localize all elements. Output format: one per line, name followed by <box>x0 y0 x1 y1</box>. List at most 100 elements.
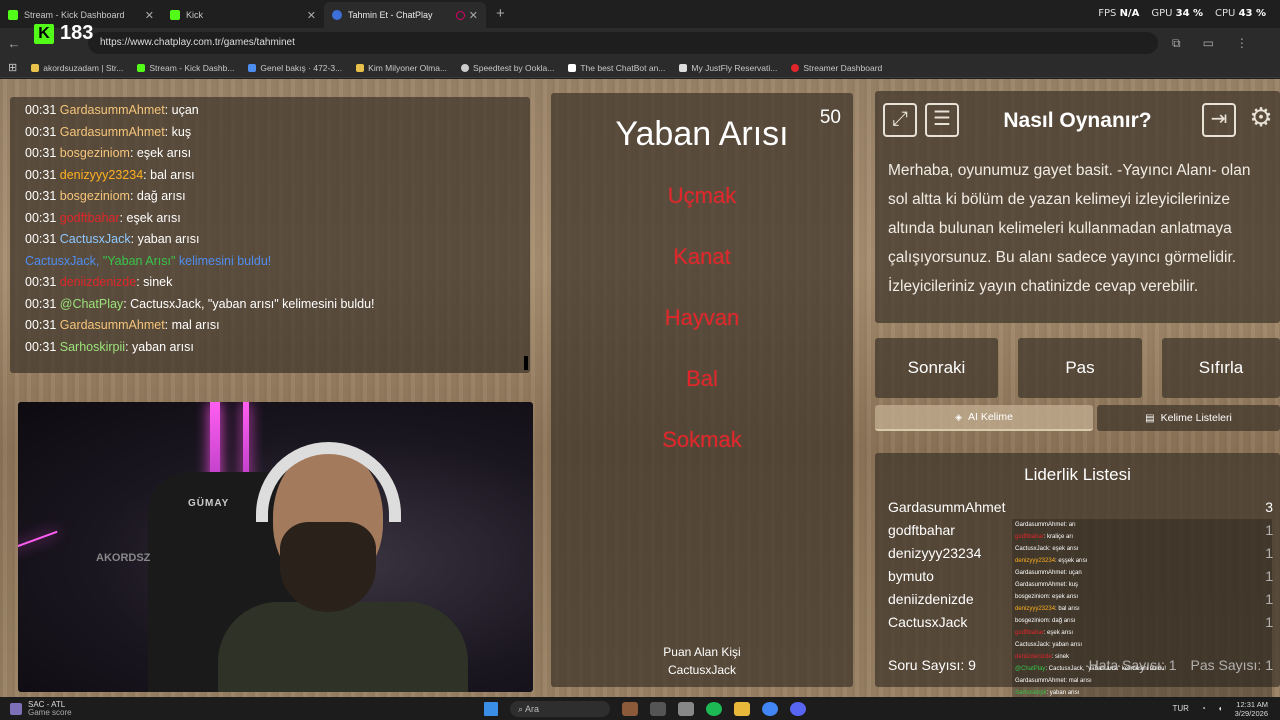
overlay-chat-message: denizyyy23234: eşşek arısı <box>1015 555 1272 567</box>
system-tray: TUR ◔ ◖ 12:31 AM 3/29/2026 <box>1172 700 1268 718</box>
wifi-icon[interactable]: ◔ <box>1201 704 1206 713</box>
apps-icon[interactable]: ⊞ <box>8 61 17 74</box>
menu-icon[interactable]: ⋮ <box>1236 36 1248 51</box>
chair-brand: GÜMAY <box>188 498 230 509</box>
overlay-username: CactusxJack <box>1015 546 1050 552</box>
chat-username[interactable]: bosgeziniom <box>60 146 130 160</box>
close-tab-icon[interactable]: ✕ <box>307 9 316 22</box>
bookmark[interactable]: Speedtest by Ookla... <box>461 63 554 73</box>
sidebar-icon[interactable]: ▭ <box>1203 36 1214 51</box>
tab-strip: Stream - Kick Dashboard ✕ Kick ✕ Tahmin … <box>0 0 1280 28</box>
chat-time: 00:31 <box>25 146 57 160</box>
clock[interactable]: 12:31 AM 3/29/2026 <box>1235 700 1268 718</box>
taboo-word: Sokmak <box>662 427 742 452</box>
overlay-username: bosgeziniom <box>1015 618 1049 624</box>
exit-icon[interactable]: ⇥ <box>1202 103 1236 137</box>
chat-text: : kuş <box>164 124 192 139</box>
chat-username[interactable]: godftbahar <box>60 211 120 225</box>
chat-message: 00:31 CactusxJack: yaban arısı <box>25 229 530 251</box>
tab-kick[interactable]: Kick ✕ <box>162 2 324 28</box>
fps-value: N/A <box>1119 8 1140 19</box>
taboo-word: Hayvan <box>664 305 740 330</box>
app-icon[interactable] <box>622 701 638 716</box>
chat-username[interactable]: Sarhoskirpii <box>60 340 125 354</box>
taboo-word: Bal <box>686 366 718 391</box>
spotify-icon[interactable] <box>706 701 722 716</box>
tab-word-lists[interactable]: ▤ Kelime Listeleri <box>1097 405 1280 431</box>
bookmark-label: My JustFly Reservati... <box>691 62 778 73</box>
pass-button[interactable]: Pas <box>1018 338 1142 398</box>
extensions-icon[interactable]: ⧉ <box>1172 36 1181 51</box>
tab-ai-word[interactable]: ◈ AI Kelime <box>875 405 1093 431</box>
back-icon[interactable]: ← <box>0 36 28 51</box>
kick-favicon-icon <box>170 10 180 20</box>
chat-text: : sinek <box>136 275 173 289</box>
overlay-text: : sinek <box>1051 654 1070 660</box>
chat-username[interactable]: GardasummAhmet <box>60 318 165 332</box>
bookmark-icon <box>31 63 40 72</box>
chart-icon <box>248 63 257 72</box>
cpu-label: CPU <box>1215 8 1236 19</box>
discord-icon[interactable] <box>790 701 806 716</box>
chat-panel: 00:31 GardasummAhmet: uçan 00:31 Gardasum… <box>10 97 530 373</box>
overlay-username: Sarhoskirpii <box>1015 690 1047 696</box>
chat-username[interactable]: GardasummAhmet <box>60 103 165 117</box>
chat-username[interactable]: GardasummAhmet <box>60 125 165 139</box>
overlay-chat-message: CactusxJack: yaban arısı <box>1015 639 1272 651</box>
bookmark[interactable]: Stream - Kick Dashb... <box>137 63 234 73</box>
bookmark[interactable]: The best ChatBot an... <box>568 63 665 73</box>
bookmark[interactable]: My JustFly Reservati... <box>679 63 777 73</box>
overlay-text: : eşek arısı <box>1043 630 1074 636</box>
list-icon: ▤ <box>1145 412 1155 424</box>
next-button[interactable]: Sonraki <box>875 338 998 398</box>
overlay-username: deniizdenizde <box>1015 654 1052 660</box>
widget-weather[interactable]: SAC - ATL Game score <box>10 700 470 717</box>
language-indicator[interactable]: TUR <box>1172 704 1188 713</box>
volume-icon[interactable]: ◖ <box>1218 704 1223 713</box>
chat-username[interactable]: deniizdenizde <box>60 275 136 289</box>
app-icon[interactable] <box>678 701 694 716</box>
how-to-play-panel: ⤢ ☰ Nasıl Oynanır? ⇥ ⚙ Merhaba, oyunumuz… <box>875 91 1280 323</box>
chatplay-favicon-icon <box>332 10 342 20</box>
viewer-count-overlay: K 183 <box>34 22 93 45</box>
overlay-username: bosgeziniom <box>1015 594 1049 600</box>
chat-scrollbar[interactable] <box>524 356 528 370</box>
chat-text: : yaban arısı <box>130 232 200 246</box>
chrome-icon[interactable] <box>762 701 778 716</box>
chat-text: : eşek arısı <box>129 146 192 160</box>
overlay-text: : mal arısı <box>1065 678 1092 684</box>
chat-username[interactable]: @ChatPlay <box>60 297 123 311</box>
overlay-text: : uçan <box>1065 570 1082 576</box>
bookmark[interactable]: akordsuzadam | Str... <box>31 63 123 73</box>
task-view-icon[interactable] <box>650 701 666 716</box>
chat-username[interactable]: CactusxJack <box>60 232 131 246</box>
taskbar-search[interactable]: ⌕ Ara <box>510 700 610 717</box>
speedtest-icon <box>461 63 470 72</box>
leader-name: GardasummAhmet <box>888 499 1006 515</box>
tab-chatplay[interactable]: Tahmin Et - ChatPlay ✕ <box>324 2 486 28</box>
overlay-username: GardasummAhmet <box>1015 582 1066 588</box>
address-bar[interactable]: https://www.chatplay.com.tr/games/tahmin… <box>88 32 1158 54</box>
reset-button[interactable]: Sıfırla <box>1162 338 1280 398</box>
overlay-text: : kraliçe arı <box>1043 534 1074 540</box>
gear-icon[interactable]: ⚙ <box>1244 103 1278 137</box>
close-tab-icon[interactable]: ✕ <box>469 9 478 22</box>
scorer-name: CactusxJack <box>667 663 737 677</box>
chat-text: : mal arısı <box>164 318 220 332</box>
overlay-chat-message: deniizdenizde: sinek <box>1015 651 1272 663</box>
chat-text: : eşek arısı <box>119 210 181 225</box>
new-tab-button[interactable]: + <box>496 2 505 28</box>
bookmark[interactable]: Streamer Dashboard <box>791 63 882 73</box>
close-tab-icon[interactable]: ✕ <box>145 9 154 22</box>
system-message: CactusxJack, "Yaban Arısı" kelimesini bu… <box>25 254 271 268</box>
bookmark[interactable]: Kim Milyoner Olma... <box>356 63 447 73</box>
chat-username[interactable]: bosgeziniom <box>60 189 130 203</box>
folder-icon[interactable] <box>734 701 750 716</box>
overlay-username: GardasummAhmet <box>1015 522 1066 528</box>
chat-username[interactable]: denizyyy23234 <box>60 168 143 182</box>
overlay-chat-message: bosgeziniom: dağ arısı <box>1015 615 1272 627</box>
kick-favicon-icon <box>8 10 18 20</box>
windows-start-icon[interactable] <box>484 701 498 716</box>
bookmark[interactable]: Genel bakış · 472-3... <box>248 63 342 73</box>
overlay-text: : yaban arısı <box>1046 690 1080 696</box>
